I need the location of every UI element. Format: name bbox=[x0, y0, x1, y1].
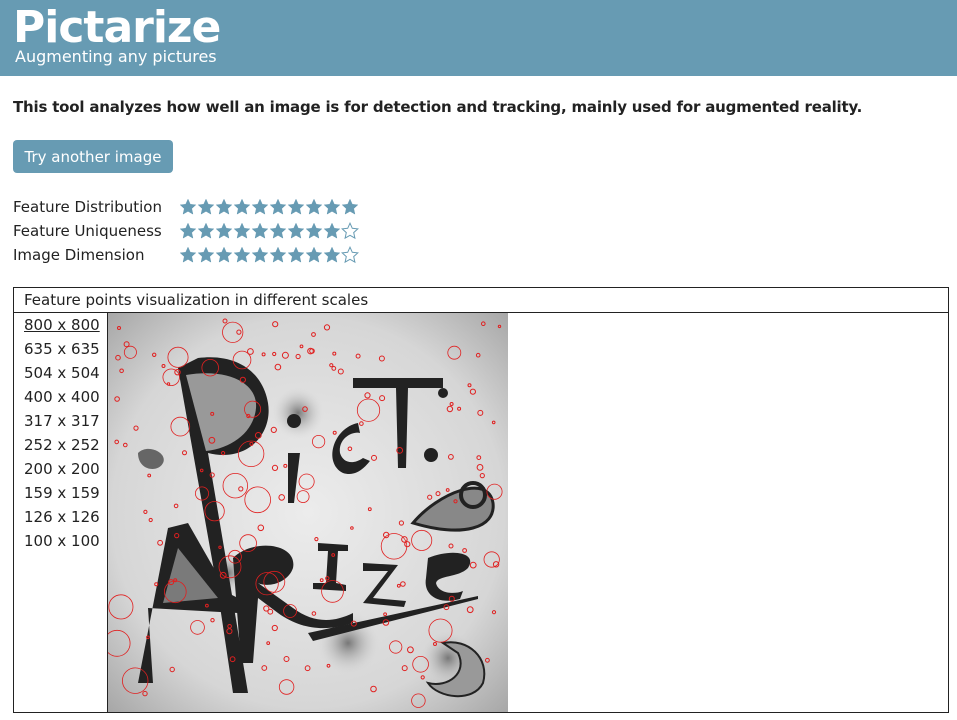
star-filled-icon bbox=[215, 198, 233, 216]
scale-link[interactable]: 126 x 126 bbox=[14, 505, 107, 529]
star-filled-icon bbox=[251, 222, 269, 240]
star-filled-icon bbox=[305, 246, 323, 264]
scale-link[interactable]: 252 x 252 bbox=[14, 433, 107, 457]
scale-link[interactable]: 317 x 317 bbox=[14, 409, 107, 433]
visualization-panel: Feature points visualization in differen… bbox=[13, 287, 949, 713]
star-rating bbox=[179, 222, 359, 240]
description: This tool analyzes how well an image is … bbox=[13, 98, 863, 116]
star-filled-icon bbox=[269, 246, 287, 264]
scale-link[interactable]: 504 x 504 bbox=[14, 361, 107, 385]
star-rating bbox=[179, 246, 359, 264]
ratings: Feature Distribution Feature Uniqueness … bbox=[13, 195, 359, 267]
scale-link[interactable]: 400 x 400 bbox=[14, 385, 107, 409]
header: Pictarize Augmenting any pictures bbox=[0, 0, 957, 76]
star-filled-icon bbox=[197, 222, 215, 240]
feature-points-image bbox=[108, 313, 508, 712]
scale-link[interactable]: 800 x 800 bbox=[14, 313, 107, 337]
scale-link[interactable]: 200 x 200 bbox=[14, 457, 107, 481]
star-rating bbox=[179, 198, 359, 216]
scale-link[interactable]: 159 x 159 bbox=[14, 481, 107, 505]
rating-label: Feature Uniqueness bbox=[13, 222, 162, 240]
rating-label: Image Dimension bbox=[13, 246, 145, 264]
star-filled-icon bbox=[287, 246, 305, 264]
star-filled-icon bbox=[251, 198, 269, 216]
scale-link[interactable]: 635 x 635 bbox=[14, 337, 107, 361]
star-filled-icon bbox=[215, 246, 233, 264]
scale-list: 800 x 800 635 x 635 504 x 504 400 x 400 … bbox=[14, 313, 108, 712]
rating-row-feature-uniqueness: Feature Uniqueness bbox=[13, 219, 359, 243]
star-filled-icon bbox=[233, 198, 251, 216]
star-filled-icon bbox=[197, 246, 215, 264]
star-filled-icon bbox=[179, 222, 197, 240]
star-filled-icon bbox=[305, 222, 323, 240]
scale-link[interactable]: 100 x 100 bbox=[14, 529, 107, 553]
tagline: Augmenting any pictures bbox=[15, 47, 217, 66]
star-filled-icon bbox=[323, 246, 341, 264]
panel-title: Feature points visualization in differen… bbox=[14, 288, 948, 313]
star-filled-icon bbox=[323, 222, 341, 240]
star-filled-icon bbox=[287, 198, 305, 216]
star-filled-icon bbox=[287, 222, 305, 240]
star-filled-icon bbox=[233, 222, 251, 240]
rating-row-feature-distribution: Feature Distribution bbox=[13, 195, 359, 219]
star-filled-icon bbox=[179, 246, 197, 264]
rating-row-image-dimension: Image Dimension bbox=[13, 243, 359, 267]
star-filled-icon bbox=[233, 246, 251, 264]
star-filled-icon bbox=[179, 198, 197, 216]
star-filled-icon bbox=[269, 198, 287, 216]
star-empty-icon bbox=[341, 246, 359, 264]
star-filled-icon bbox=[215, 222, 233, 240]
try-another-image-button[interactable]: Try another image bbox=[13, 140, 173, 173]
star-filled-icon bbox=[341, 198, 359, 216]
artwork-image bbox=[108, 313, 508, 712]
star-empty-icon bbox=[341, 222, 359, 240]
star-filled-icon bbox=[323, 198, 341, 216]
star-filled-icon bbox=[269, 222, 287, 240]
star-filled-icon bbox=[251, 246, 269, 264]
star-filled-icon bbox=[305, 198, 323, 216]
rating-label: Feature Distribution bbox=[13, 198, 162, 216]
star-filled-icon bbox=[197, 198, 215, 216]
